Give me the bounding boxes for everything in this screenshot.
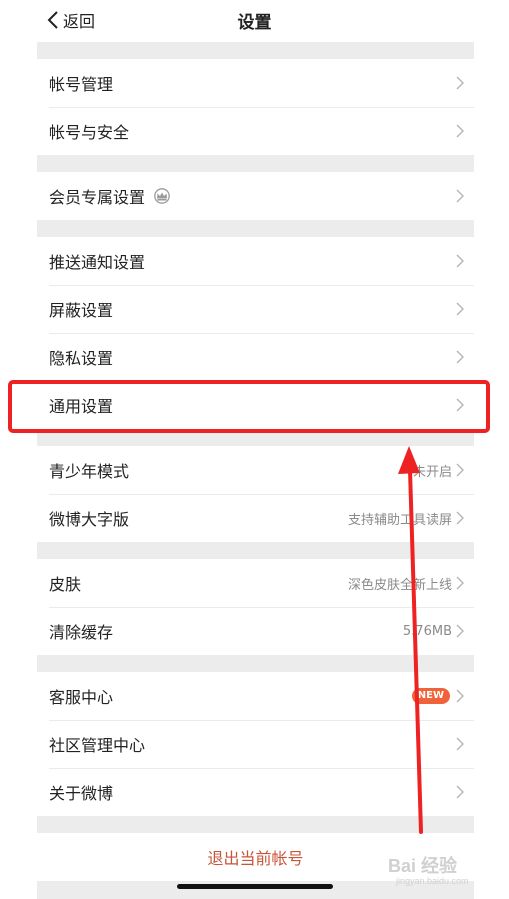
row-value: 深色皮肤全新上线 bbox=[347, 577, 452, 593]
section-gap bbox=[37, 542, 474, 559]
new-badge: NEW bbox=[411, 688, 450, 704]
settings-group-support: 客服中心 NEW 社区管理中心 关于微博 bbox=[37, 672, 474, 816]
chevron-right-icon bbox=[456, 463, 464, 477]
row-account-management[interactable]: 帐号管理 bbox=[37, 59, 474, 107]
row-value: 支持辅助工具读屏 bbox=[347, 512, 452, 528]
row-label: 隐私设置 bbox=[49, 349, 114, 368]
section-gap bbox=[37, 655, 474, 672]
row-label: 通用设置 bbox=[49, 397, 114, 416]
chevron-right-icon bbox=[456, 737, 464, 751]
row-label: 微博大字版 bbox=[49, 510, 130, 529]
chevron-right-icon bbox=[456, 785, 464, 799]
crown-icon bbox=[154, 188, 170, 204]
row-label: 推送通知设置 bbox=[49, 253, 146, 272]
chevron-right-icon bbox=[456, 254, 464, 268]
page-title: 设置 bbox=[237, 13, 272, 33]
settings-group-general: 推送通知设置 屏蔽设置 隐私设置 通用设置 bbox=[37, 237, 474, 429]
row-teen-mode[interactable]: 青少年模式 未开启 bbox=[37, 446, 474, 494]
home-indicator bbox=[177, 884, 333, 889]
chevron-right-icon bbox=[456, 189, 464, 203]
section-gap bbox=[37, 42, 474, 59]
row-push-notification-settings[interactable]: 推送通知设置 bbox=[37, 237, 474, 285]
section-gap bbox=[37, 220, 474, 237]
row-label: 关于微博 bbox=[49, 784, 114, 803]
row-general-settings[interactable]: 通用设置 bbox=[37, 381, 474, 429]
row-large-font-version[interactable]: 微博大字版 支持辅助工具读屏 bbox=[37, 494, 474, 542]
section-gap bbox=[37, 429, 474, 446]
chevron-right-icon bbox=[456, 76, 464, 90]
settings-group-vip: 会员专属设置 bbox=[37, 172, 474, 220]
row-label: 客服中心 bbox=[49, 688, 114, 707]
nav-bar: 返回 设置 bbox=[0, 0, 509, 42]
chevron-right-icon bbox=[456, 624, 464, 638]
row-block-settings[interactable]: 屏蔽设置 bbox=[37, 285, 474, 333]
row-customer-service[interactable]: 客服中心 NEW bbox=[37, 672, 474, 720]
section-gap bbox=[37, 155, 474, 172]
settings-group-modes: 青少年模式 未开启 微博大字版 支持辅助工具读屏 bbox=[37, 446, 474, 542]
row-skin[interactable]: 皮肤 深色皮肤全新上线 bbox=[37, 559, 474, 607]
row-account-security[interactable]: 帐号与安全 bbox=[37, 107, 474, 155]
row-value: 未开启 bbox=[412, 464, 452, 480]
row-label: 屏蔽设置 bbox=[49, 301, 114, 320]
settings-group-appearance: 皮肤 深色皮肤全新上线 清除缓存 5.76MB bbox=[37, 559, 474, 655]
row-label: 清除缓存 bbox=[49, 623, 114, 642]
logout-button[interactable]: 退出当前帐号 bbox=[37, 833, 474, 881]
chevron-right-icon bbox=[456, 689, 464, 703]
row-label: 社区管理中心 bbox=[49, 736, 146, 755]
row-community-management[interactable]: 社区管理中心 bbox=[37, 720, 474, 768]
row-label: 皮肤 bbox=[49, 575, 82, 594]
row-label: 帐号管理 bbox=[49, 75, 114, 94]
row-vip-settings[interactable]: 会员专属设置 bbox=[37, 172, 474, 220]
row-privacy-settings[interactable]: 隐私设置 bbox=[37, 333, 474, 381]
chevron-right-icon bbox=[456, 124, 464, 138]
settings-group-account: 帐号管理 帐号与安全 bbox=[37, 59, 474, 155]
row-clear-cache[interactable]: 清除缓存 5.76MB bbox=[37, 607, 474, 655]
chevron-right-icon bbox=[456, 576, 464, 590]
section-gap bbox=[37, 816, 474, 833]
row-label: 青少年模式 bbox=[49, 462, 130, 481]
chevron-right-icon bbox=[456, 350, 464, 364]
row-label: 会员专属设置 bbox=[49, 188, 146, 207]
chevron-right-icon bbox=[456, 398, 464, 412]
chevron-right-icon bbox=[456, 302, 464, 316]
settings-list: 帐号管理 帐号与安全 会员专属设置 推送通知设置 屏蔽设置 隐私设置 通用设置 … bbox=[37, 42, 474, 899]
row-value: 5.76MB bbox=[402, 623, 452, 639]
row-label: 帐号与安全 bbox=[49, 123, 130, 142]
chevron-right-icon bbox=[456, 511, 464, 525]
row-about-weibo[interactable]: 关于微博 bbox=[37, 768, 474, 816]
